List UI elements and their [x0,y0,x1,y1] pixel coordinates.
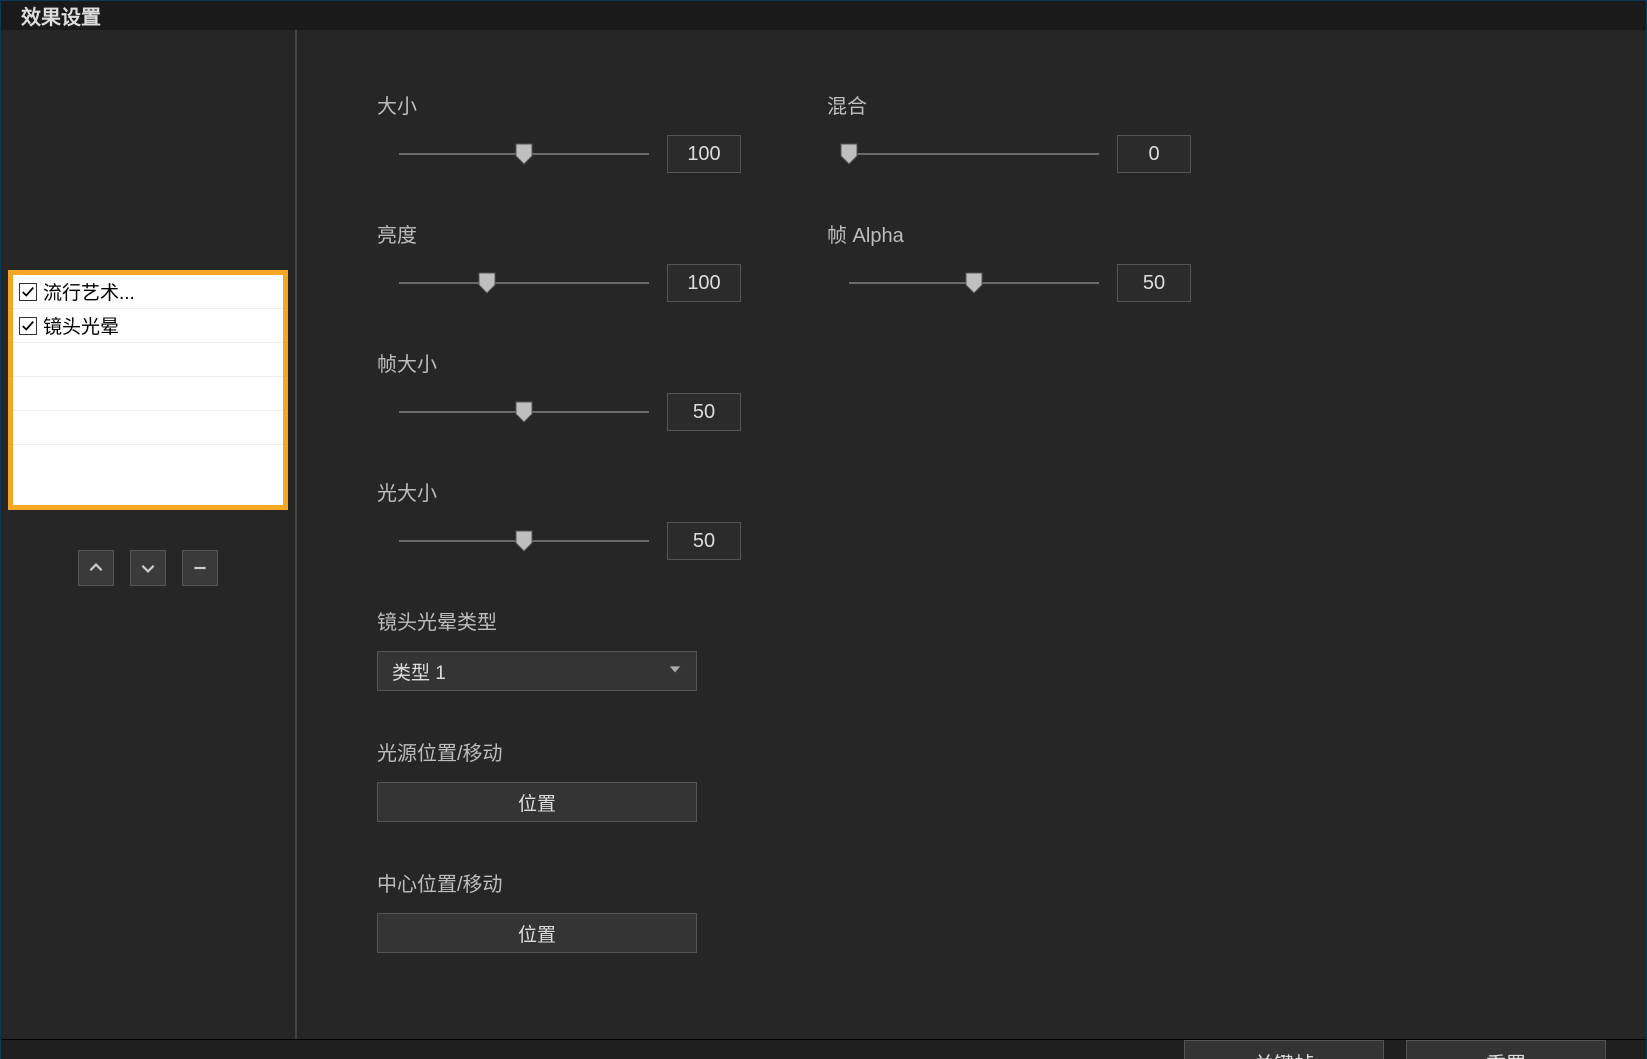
sidebar-buttons [78,550,218,586]
brightness-label: 亮度 [377,219,767,248]
slider-column-right: 混合 0 帧 Alpha 50 [827,90,1217,606]
body: 流行艺术... 镜头光晕 [1,30,1646,1039]
slider-track [849,282,1099,284]
size-label: 大小 [377,90,767,119]
effect-row-1[interactable]: 镜头光晕 [13,309,283,343]
frameSize-slider-row: 50 [377,393,767,431]
frameSize-value[interactable]: 50 [667,393,741,431]
footer: 关键帧 重置 [1,1039,1646,1059]
brightness-slider-row: 100 [377,264,767,302]
slider-column-left: 大小 100 亮度 100 帧大小 [377,90,767,606]
move-up-button[interactable] [78,550,114,586]
sidebar: 流行艺术... 镜头光晕 [1,30,297,1039]
blend-control: 混合 0 [827,90,1217,173]
move-down-button[interactable] [130,550,166,586]
slider-track [399,282,649,284]
center-position-control: 中心位置/移动 位置 [377,868,1606,953]
size-value[interactable]: 100 [667,135,741,173]
effect-row-empty [13,411,283,445]
frameAlpha-label: 帧 Alpha [827,219,1217,248]
slider-columns: 大小 100 亮度 100 帧大小 [377,90,1606,606]
size-control: 大小 100 [377,90,767,173]
flare-type-value: 类型 1 [392,658,446,685]
center-position-button-label: 位置 [518,920,556,947]
keyframe-button[interactable]: 关键帧 [1184,1040,1384,1059]
center-position-button[interactable]: 位置 [377,913,697,953]
slider-track [399,540,649,542]
titlebar: 效果设置 [1,1,1646,30]
frameSize-control: 帧大小 50 [377,348,767,431]
light-position-button-label: 位置 [518,789,556,816]
effect-list[interactable]: 流行艺术... 镜头光晕 [13,275,283,505]
reset-button[interactable]: 重置 [1406,1040,1606,1059]
frameSize-slider[interactable] [399,400,649,424]
blend-slider[interactable] [849,142,1099,166]
brightness-control: 亮度 100 [377,219,767,302]
slider-track [399,411,649,413]
glowSize-label: 光大小 [377,477,767,506]
flare-type-control: 镜头光晕类型 类型 1 [377,606,1606,691]
light-position-control: 光源位置/移动 位置 [377,737,1606,822]
slider-track [849,153,1099,155]
frameAlpha-value[interactable]: 50 [1117,264,1191,302]
checkbox-icon[interactable] [19,283,37,301]
center-position-label: 中心位置/移动 [377,868,1606,897]
light-position-label: 光源位置/移动 [377,737,1606,766]
main-panel: 大小 100 亮度 100 帧大小 [297,30,1646,1039]
remove-button[interactable] [182,550,218,586]
brightness-value[interactable]: 100 [667,264,741,302]
blend-label: 混合 [827,90,1217,119]
frameAlpha-slider-row: 50 [827,264,1217,302]
frameSize-label: 帧大小 [377,348,767,377]
blend-value[interactable]: 0 [1117,135,1191,173]
size-slider-row: 100 [377,135,767,173]
keyframe-button-label: 关键帧 [1254,1048,1314,1059]
flare-type-dropdown[interactable]: 类型 1 [377,651,697,691]
effect-row-empty [13,343,283,377]
glowSize-slider[interactable] [399,529,649,553]
effect-label: 镜头光晕 [43,312,119,339]
blend-slider-row: 0 [827,135,1217,173]
effect-list-frame: 流行艺术... 镜头光晕 [8,270,288,510]
effect-label: 流行艺术... [43,278,135,305]
chevron-down-icon [668,660,682,682]
light-position-button[interactable]: 位置 [377,782,697,822]
slider-track [399,153,649,155]
frameAlpha-control: 帧 Alpha 50 [827,219,1217,302]
glowSize-value[interactable]: 50 [667,522,741,560]
glowSize-slider-row: 50 [377,522,767,560]
effect-row-empty [13,445,283,479]
frameAlpha-slider[interactable] [849,271,1099,295]
effect-row-empty [13,377,283,411]
size-slider[interactable] [399,142,649,166]
glowSize-control: 光大小 50 [377,477,767,560]
effect-row-0[interactable]: 流行艺术... [13,275,283,309]
flare-type-label: 镜头光晕类型 [377,606,1606,635]
reset-button-label: 重置 [1486,1048,1526,1059]
brightness-slider[interactable] [399,271,649,295]
effects-settings-window: 效果设置 流行艺术... 镜头光晕 [0,0,1647,1059]
window-title: 效果设置 [21,1,101,30]
checkbox-icon[interactable] [19,317,37,335]
